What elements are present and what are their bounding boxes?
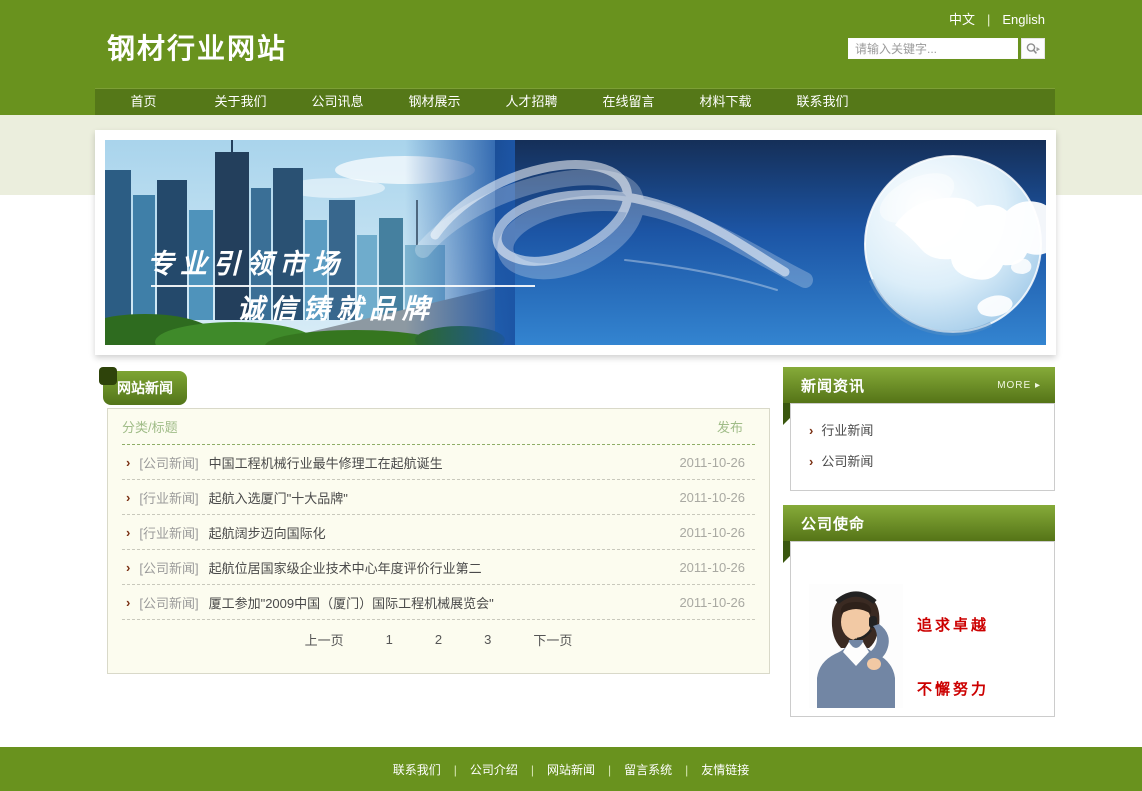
news-date: 2011-10-26 xyxy=(679,490,745,505)
news-title-link[interactable]: 起航入选厦门"十大品牌" xyxy=(209,488,680,507)
more-arrow-icon: ▸ xyxy=(1035,380,1041,391)
tab-site-news[interactable]: 网站新闻 xyxy=(103,371,187,405)
table-row: › [行业新闻] 起航阔步迈向国际化 2011-10-26 xyxy=(122,515,755,550)
sidebar-mission-body: 追求卓越 不懈努力 xyxy=(790,541,1055,717)
language-zh-link[interactable]: 中文 xyxy=(949,12,975,27)
nav-item[interactable]: 在线留言 xyxy=(580,89,677,115)
banner-image: 专业引领市场 诚信铸就品牌 xyxy=(105,140,1046,345)
language-switcher: 中文 | English xyxy=(949,9,1045,28)
sidebar-mission-header: 公司使命 xyxy=(783,505,1055,541)
main-nav: 首页关于我们公司讯息钢材展示人才招聘在线留言材料下载联系我们 xyxy=(95,88,1055,115)
row-arrow-icon: › xyxy=(126,490,130,505)
news-date: 2011-10-26 xyxy=(679,560,745,575)
mission-slogan-2: 不懈努力 xyxy=(917,678,989,699)
footer-link[interactable]: 公司介绍 xyxy=(470,761,547,778)
nav-item[interactable]: 联系我们 xyxy=(774,89,871,115)
item-arrow-icon: › xyxy=(809,454,813,469)
news-date: 2011-10-26 xyxy=(679,525,745,540)
table-row: › [公司新闻] 中国工程机械行业最牛修理工在起航诞生 2011-10-26 xyxy=(122,445,755,480)
page-number-2[interactable]: 2 xyxy=(435,632,442,647)
row-arrow-icon: › xyxy=(126,455,130,470)
sidebar-news-item[interactable]: ›行业新闻 xyxy=(809,420,1054,439)
sidebar-news-item[interactable]: ›公司新闻 xyxy=(809,451,1054,470)
news-title-link[interactable]: 起航阔步迈向国际化 xyxy=(209,523,680,542)
news-category[interactable]: [公司新闻] xyxy=(139,593,198,612)
language-en-link[interactable]: English xyxy=(1002,12,1045,27)
footer-link[interactable]: 网站新闻 xyxy=(547,761,624,778)
news-title-link[interactable]: 厦工参加"2009中国（厦门）国际工程机械展览会" xyxy=(209,593,680,612)
footer-link[interactable]: 联系我们 xyxy=(393,761,470,778)
nav-item[interactable]: 钢材展示 xyxy=(386,89,483,115)
table-row: › [公司新闻] 起航位居国家级企业技术中心年度评价行业第二 2011-10-2… xyxy=(122,550,755,585)
page-number-1[interactable]: 1 xyxy=(386,632,393,647)
page: 中文 | English 钢材行业网站 首页关于我们公司讯息钢材展示人才招聘在线留言… xyxy=(0,0,1142,791)
nav-item[interactable]: 关于我们 xyxy=(192,89,289,115)
next-page-button[interactable]: 下一页 xyxy=(533,630,572,649)
news-panel: 分类/标题 发布 › [公司新闻] 中国工程机械行业最牛修理工在起航诞生 201… xyxy=(107,408,770,674)
footer-link[interactable]: 留言系统 xyxy=(624,761,701,778)
news-category[interactable]: [公司新闻] xyxy=(139,453,198,472)
search-icon xyxy=(1025,42,1041,56)
item-arrow-icon: › xyxy=(809,423,813,438)
footer-nav: 联系我们公司介绍网站新闻留言系统友情链接 xyxy=(0,747,1142,791)
news-title-link[interactable]: 起航位居国家级企业技术中心年度评价行业第二 xyxy=(209,558,680,577)
more-link[interactable]: MORE ▸ xyxy=(997,380,1041,391)
prev-page-button[interactable]: 上一页 xyxy=(305,630,344,649)
column-publish: 发布 xyxy=(717,417,755,436)
page-number-3[interactable]: 3 xyxy=(484,632,491,647)
search-input[interactable] xyxy=(848,38,1018,59)
news-title-link[interactable]: 中国工程机械行业最牛修理工在起航诞生 xyxy=(209,453,680,472)
row-arrow-icon: › xyxy=(126,560,130,575)
language-divider: | xyxy=(987,12,990,27)
row-arrow-icon: › xyxy=(126,595,130,610)
sidebar-news-title: 新闻资讯 xyxy=(801,375,865,396)
nav-item[interactable]: 公司讯息 xyxy=(289,89,386,115)
banner-card: 专业引领市场 诚信铸就品牌 xyxy=(95,130,1056,355)
footer-link[interactable]: 友情链接 xyxy=(701,761,749,778)
nav-item[interactable]: 人才招聘 xyxy=(483,89,580,115)
mission-slogan-1: 追求卓越 xyxy=(917,614,989,635)
customer-service-photo xyxy=(809,584,903,708)
sidebar-news-header: 新闻资讯 MORE ▸ xyxy=(783,367,1055,403)
search-button[interactable] xyxy=(1021,38,1045,59)
row-arrow-icon: › xyxy=(126,525,130,540)
table-row: › [公司新闻] 厦工参加"2009中国（厦门）国际工程机械展览会" 2011-… xyxy=(122,585,755,620)
page-title: 钢材行业网站 xyxy=(107,27,287,67)
nav-item[interactable]: 材料下载 xyxy=(677,89,774,115)
news-date: 2011-10-26 xyxy=(679,595,745,610)
banner-slogan-1: 专业引领市场 xyxy=(147,249,345,279)
column-category-title: 分类/标题 xyxy=(122,417,178,436)
news-category[interactable]: [行业新闻] xyxy=(139,488,198,507)
news-category[interactable]: [行业新闻] xyxy=(139,523,198,542)
sidebar-mission-title: 公司使命 xyxy=(801,513,865,534)
search-area xyxy=(848,38,1045,59)
pagination: 上一页 1 2 3 下一页 xyxy=(122,620,755,658)
sidebar-news-body: ›行业新闻 ›公司新闻 xyxy=(790,403,1055,491)
table-row: › [行业新闻] 起航入选厦门"十大品牌" 2011-10-26 xyxy=(122,480,755,515)
nav-item[interactable]: 首页 xyxy=(95,89,192,115)
news-category[interactable]: [公司新闻] xyxy=(139,558,198,577)
news-date: 2011-10-26 xyxy=(679,455,745,470)
banner-slogan-2: 诚信铸就品牌 xyxy=(237,294,435,324)
news-table-header: 分类/标题 发布 xyxy=(122,409,755,445)
news-list: › [公司新闻] 中国工程机械行业最牛修理工在起航诞生 2011-10-26 ›… xyxy=(122,445,755,620)
